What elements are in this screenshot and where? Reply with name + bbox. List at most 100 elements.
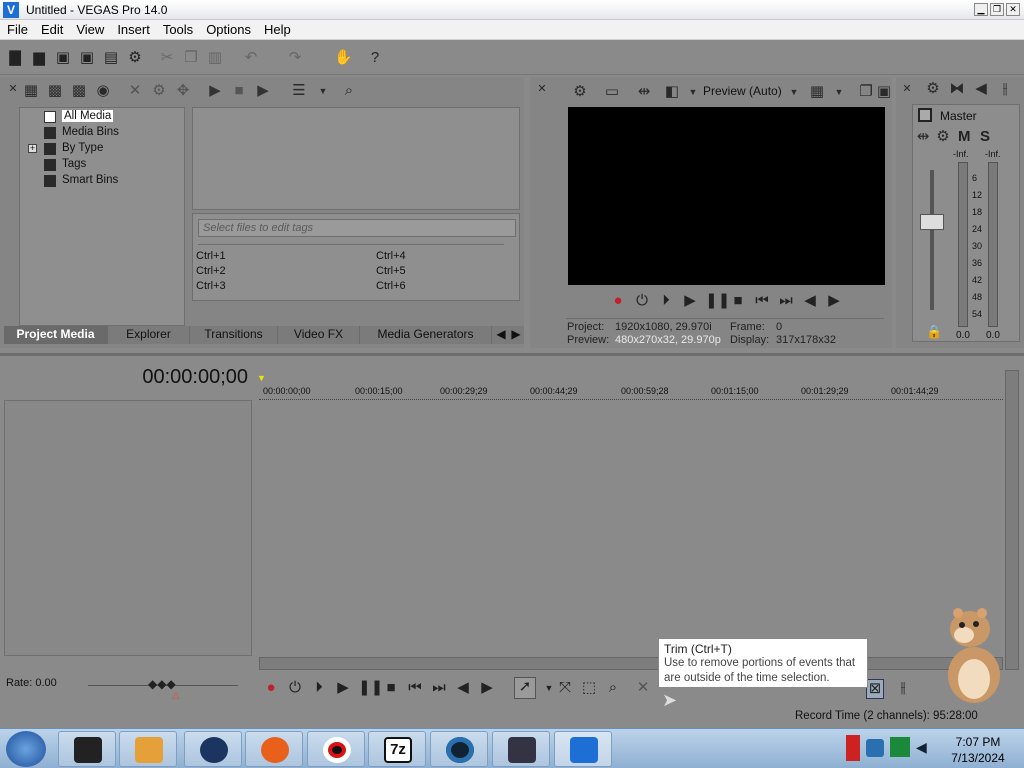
render-icon[interactable]: ▤ — [102, 49, 120, 67]
pause-icon[interactable]: ❚❚ — [358, 679, 383, 697]
tray-flag-icon[interactable] — [846, 735, 860, 761]
mixer-settings-icon[interactable]: ⫲ — [996, 80, 1014, 98]
preview-quality-select[interactable]: Preview (Auto) — [703, 84, 782, 98]
taskbar-app-7zip[interactable]: 7z — [368, 731, 426, 767]
taskbar-app-display[interactable] — [492, 731, 550, 767]
chevron-down-icon[interactable]: ▼ — [785, 83, 803, 101]
pan-icon[interactable]: ⇹ — [914, 128, 932, 146]
menu-view[interactable]: View — [69, 20, 110, 37]
master-toggle-icon[interactable] — [918, 108, 932, 122]
chevron-down-icon[interactable]: ▼ — [314, 82, 332, 100]
dim-output-icon[interactable]: ◀ — [972, 80, 990, 98]
tag-input[interactable]: Select files to edit tags — [198, 219, 516, 237]
auto-preview-icon[interactable]: ▶ — [254, 82, 272, 100]
play-from-start-icon[interactable]: ⏵ — [310, 679, 328, 697]
close-button[interactable]: ✕ — [1006, 3, 1020, 16]
menu-edit[interactable]: Edit — [34, 20, 69, 37]
enable-snapping-icon[interactable]: ✋ — [334, 49, 353, 67]
menu-tools[interactable]: Tools — [156, 20, 199, 37]
split-screen-icon[interactable]: ⇹ — [635, 83, 653, 101]
tree-item-smart-bins[interactable]: Smart Bins — [62, 174, 118, 186]
remove-media-icon[interactable]: ✕ — [126, 82, 144, 100]
tab-media-generators[interactable]: Media Generators — [360, 326, 492, 344]
cut-icon[interactable]: ✂ — [158, 49, 176, 67]
taskbar-app-media-player[interactable] — [119, 731, 177, 767]
tab-project-media[interactable]: Project Media — [4, 326, 108, 344]
tab-scroll-left-icon[interactable]: ◀ — [494, 326, 508, 344]
timeline-area[interactable] — [259, 400, 1003, 656]
mixer-properties-gear-icon[interactable]: ⚙ — [924, 80, 942, 98]
record-icon[interactable]: ● — [609, 292, 627, 310]
previous-frame-icon[interactable]: ◀ — [801, 292, 819, 310]
stop-icon[interactable]: ■ — [729, 292, 747, 310]
normal-edit-tool-icon[interactable]: ➚ — [514, 677, 536, 699]
horizontal-scrollbar[interactable] — [259, 657, 1003, 670]
search-icon[interactable]: ⌕ — [340, 82, 358, 100]
tree-item-by-type[interactable]: By Type — [62, 142, 103, 154]
auto-crossfade-icon[interactable]: ⊠ — [866, 679, 884, 699]
play-icon[interactable]: ▶ — [681, 292, 699, 310]
whats-this-help-icon[interactable]: ? — [366, 49, 384, 67]
tray-network-icon[interactable] — [866, 739, 884, 757]
envelope-tool-icon[interactable]: ⤧ — [556, 679, 574, 697]
loop-playback-icon[interactable]: ⏻ — [633, 292, 651, 310]
selection-tool-icon[interactable]: ⬚ — [580, 679, 598, 697]
play-media-icon[interactable]: ▶ — [206, 82, 224, 100]
external-monitor-icon[interactable]: ▭ — [603, 83, 621, 101]
redo-icon[interactable]: ↷ — [286, 49, 304, 67]
close-panel-icon[interactable]: ✕ — [533, 80, 551, 98]
chevron-down-icon[interactable]: ▼ — [830, 83, 848, 101]
shortcut-ctrl2[interactable]: Ctrl+2 — [196, 265, 226, 277]
paste-icon[interactable]: ▥ — [206, 49, 224, 67]
record-icon[interactable]: ● — [262, 679, 280, 697]
tray-monitor-icon[interactable] — [890, 737, 910, 757]
capture-video-icon[interactable]: ▩ — [46, 82, 64, 100]
preview-properties-gear-icon[interactable]: ⚙ — [571, 83, 589, 101]
copy-icon[interactable]: ❐ — [182, 49, 200, 67]
restore-button[interactable]: ❐ — [990, 3, 1004, 16]
media-list[interactable] — [192, 107, 520, 210]
tree-item-all-media[interactable]: All Media — [62, 110, 114, 122]
previous-frame-icon[interactable]: ◀ — [454, 679, 472, 697]
lock-icon[interactable]: 🔒 — [926, 324, 942, 340]
copy-snapshot-icon[interactable]: ❐ — [857, 83, 875, 101]
menu-options[interactable]: Options — [199, 20, 257, 37]
tray-volume-icon[interactable]: ◀ — [916, 739, 930, 757]
close-panel-icon[interactable]: ✕ — [4, 80, 22, 98]
zoom-tool-icon[interactable]: ⌕ — [604, 679, 622, 697]
mute-button[interactable]: M — [958, 128, 971, 145]
track-list[interactable] — [4, 400, 252, 656]
stop-media-icon[interactable]: ■ — [230, 82, 248, 100]
save-icon[interactable]: ▣ — [54, 49, 72, 67]
downmix-icon[interactable]: ⧓ — [948, 80, 966, 98]
get-media-icon[interactable]: ▩ — [70, 82, 88, 100]
minimize-button[interactable]: ▁ — [974, 3, 988, 16]
menu-help[interactable]: Help — [257, 20, 297, 37]
grid-icon[interactable]: ▦ — [808, 83, 826, 101]
undo-icon[interactable]: ↶ — [242, 49, 260, 67]
chevron-down-icon[interactable]: ▼ — [684, 83, 702, 101]
start-button[interactable] — [6, 731, 46, 767]
shortcut-ctrl6[interactable]: Ctrl+6 — [376, 280, 406, 292]
save-snapshot-icon[interactable]: ▣ — [875, 83, 893, 101]
go-to-end-icon[interactable]: ⏭ — [777, 292, 795, 310]
taskbar-app-recorder[interactable] — [307, 731, 365, 767]
taskbar-app-firefox[interactable] — [245, 731, 303, 767]
timeline-divider[interactable] — [0, 353, 1024, 356]
web-media-icon[interactable]: ◉ — [94, 82, 112, 100]
next-frame-icon[interactable]: ▶ — [478, 679, 496, 697]
media-generator-icon[interactable]: ✥ — [174, 82, 192, 100]
go-to-start-icon[interactable]: ⏮ — [406, 679, 424, 697]
save-as-icon[interactable]: ▣ — [78, 49, 96, 67]
taskbar-app-explorer[interactable] — [58, 731, 116, 767]
play-from-start-icon[interactable]: ⏵ — [657, 292, 675, 310]
stop-icon[interactable]: ■ — [382, 679, 400, 697]
next-frame-icon[interactable]: ▶ — [825, 292, 843, 310]
delete-icon[interactable]: ✕ — [634, 679, 652, 697]
shortcut-ctrl1[interactable]: Ctrl+1 — [196, 250, 226, 262]
new-file-icon[interactable]: ▇ — [6, 49, 24, 67]
cursor-marker-icon[interactable]: ▼ — [257, 373, 266, 383]
master-fx-icon[interactable]: ⚙ — [934, 128, 952, 146]
taskbar-app-webcam[interactable] — [430, 731, 488, 767]
menu-insert[interactable]: Insert — [110, 20, 156, 37]
